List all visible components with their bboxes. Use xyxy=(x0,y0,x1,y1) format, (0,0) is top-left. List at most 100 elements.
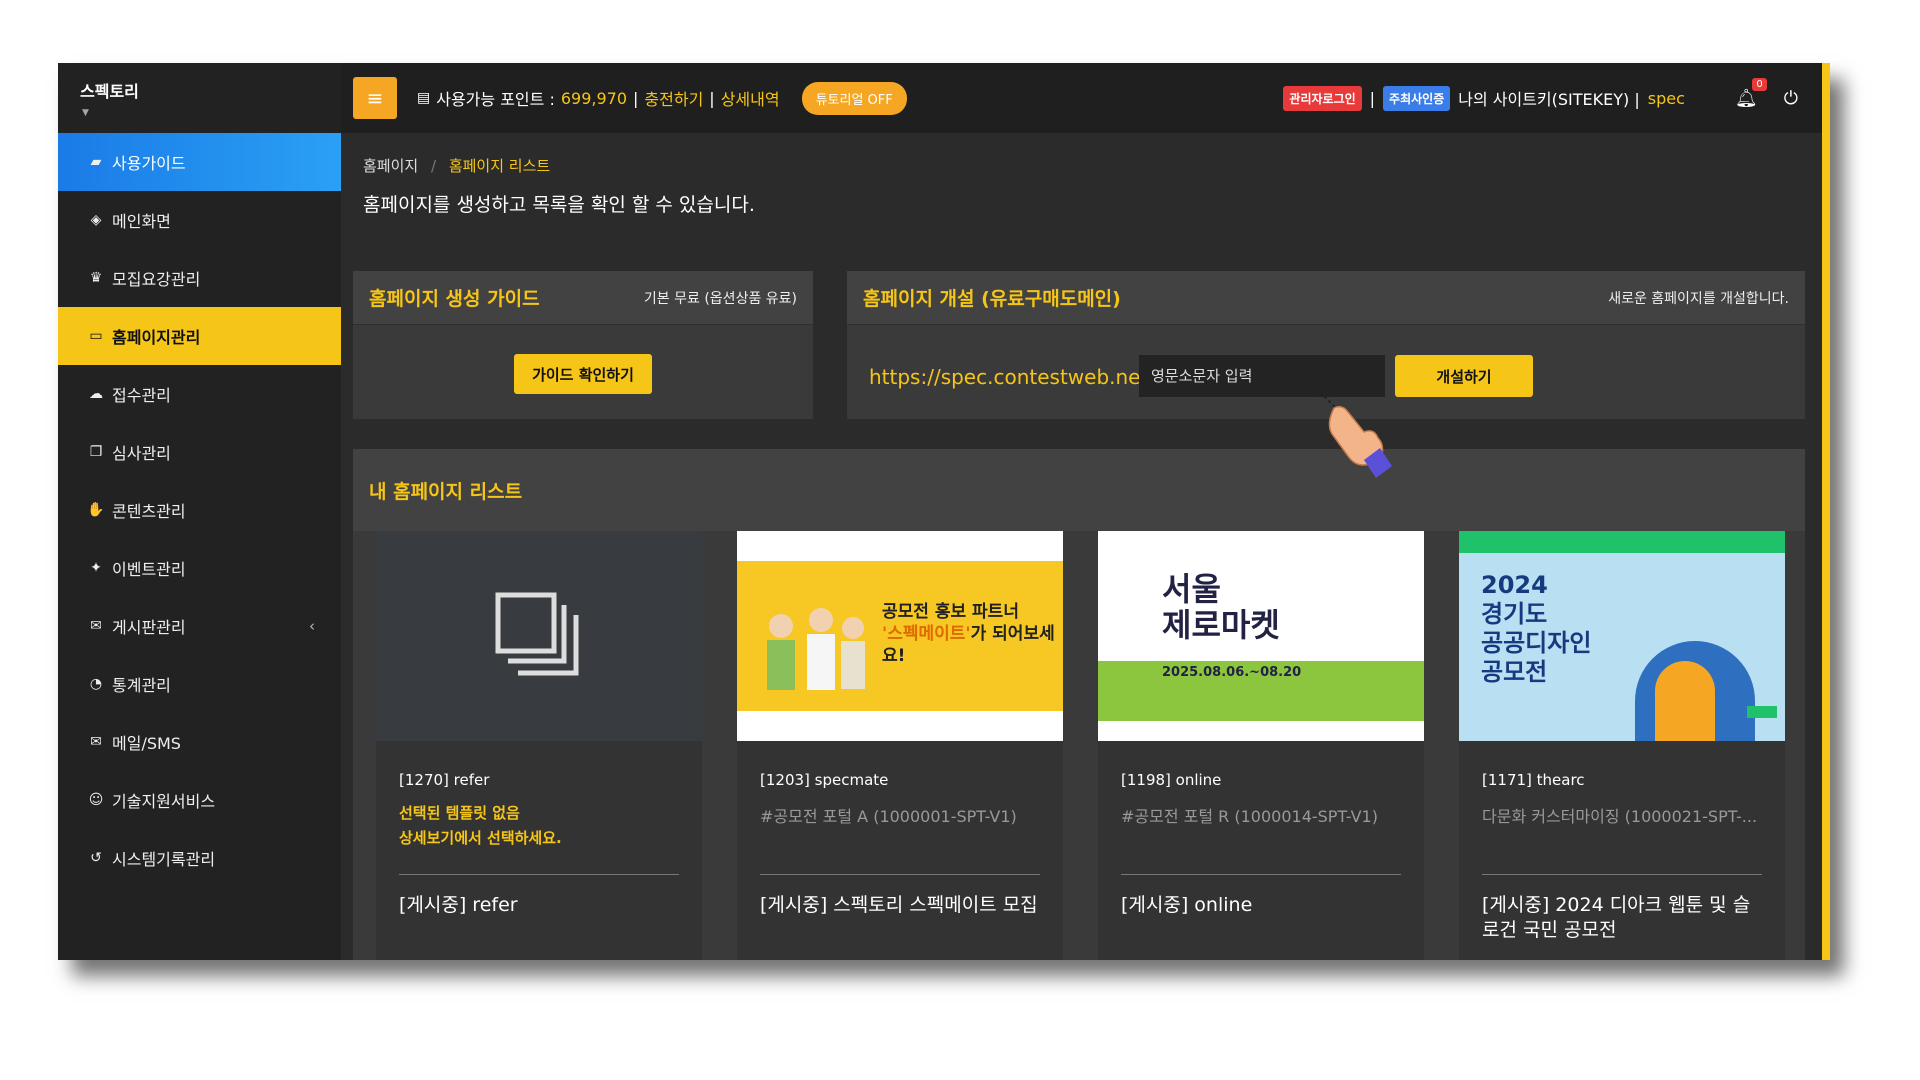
sidebar-item-logs[interactable]: ↺ 시스템기록관리 xyxy=(58,829,341,887)
card-title[interactable]: [게시중] 2024 디아크 웹툰 및 슬로건 국민 공모전 xyxy=(1482,893,1762,943)
sidebar-item-contents[interactable]: ✋ 콘텐츠관리 xyxy=(58,481,341,539)
homepage-card[interactable]: 서울 제로마켓 2025.08.06.~08.20 [1198] online … xyxy=(1098,531,1424,960)
list-panel-header: 내 홈페이지 리스트 xyxy=(353,449,1805,531)
pointer-hand-icon xyxy=(1319,391,1392,478)
card-thumbnail[interactable]: 2024 경기도 공공디자인 공모전 xyxy=(1459,531,1785,741)
list-panel-title: 내 홈페이지 리스트 xyxy=(369,480,523,503)
topbar: ≡ ▤ 사용가능 포인트 : 699,970 | 충전하기 | 상세내역 튜토리… xyxy=(341,63,1822,133)
card-template: #공모전 포털 R (1000014-SPT-V1) xyxy=(1121,807,1378,826)
notification-count: 0 xyxy=(1752,77,1767,91)
sidebar-item-label: 접수관리 xyxy=(112,386,171,405)
card-warning-line: 선택된 템플릿 없음 xyxy=(399,804,520,822)
host-auth-badge[interactable]: 주최사인증 xyxy=(1383,85,1451,111)
homepage-card[interactable]: [1270] refer 선택된 템플릿 없음 상세보기에서 선택하세요. [게… xyxy=(376,531,702,960)
sidebar-item-label: 콘텐츠관리 xyxy=(112,502,186,521)
points-label: 사용가능 포인트 : xyxy=(436,90,555,109)
guide-button[interactable]: 가이드 확인하기 xyxy=(514,354,652,394)
guide-panel-header: 홈페이지 생성 가이드 기본 무료 (옵션상품 유료) xyxy=(353,271,813,325)
card-thumbnail[interactable] xyxy=(376,531,702,741)
sidebar-item-label: 메일/SMS xyxy=(112,734,181,753)
homepage-card[interactable]: 2024 경기도 공공디자인 공모전 [1171] thearc 다문화 커스터… xyxy=(1459,531,1785,960)
sidebar-item-review[interactable]: ❐ 심사관리 xyxy=(58,423,341,481)
thumb-text: 공공디자인 xyxy=(1481,629,1592,657)
points-bar: ▤ 사용가능 포인트 : 699,970 | 충전하기 | 상세내역 xyxy=(417,86,780,110)
book-icon: ▰ xyxy=(90,154,102,170)
tutorial-toggle[interactable]: 튜토리얼 OFF xyxy=(801,81,907,115)
copy-icon: ❐ xyxy=(89,444,103,460)
brand[interactable]: 스펙토리 ▼ xyxy=(58,63,341,133)
sidebar-item-support[interactable]: ☺ 기술지원서비스 xyxy=(58,771,341,829)
sitekey-label: 나의 사이트키(SITEKEY) | xyxy=(1458,90,1640,109)
sidebar-item-events[interactable]: ✦ 이벤트관리 xyxy=(58,539,341,597)
envelope-icon: ✉ xyxy=(90,734,102,750)
breadcrumb-current: 홈페이지 리스트 xyxy=(448,157,551,175)
sidebar-item-label: 모집요강관리 xyxy=(112,270,201,289)
sidebar-item-mail[interactable]: ✉ 메일/SMS xyxy=(58,713,341,771)
cube-icon: ◈ xyxy=(90,212,102,228)
history-icon: ↺ xyxy=(90,850,102,866)
thumb-date: 2025.08.06.~08.20 xyxy=(1162,665,1302,680)
card-id: [1171] thearc xyxy=(1482,771,1585,789)
admin-login-badge[interactable]: 관리자로그인 xyxy=(1283,85,1362,111)
sidebar-item-label: 통계관리 xyxy=(112,676,171,695)
thumb-headline: 2024 경기도 공공디자인 공모전 xyxy=(1481,571,1591,687)
sidebar-item-label: 사용가이드 xyxy=(112,154,186,173)
breadcrumb-home[interactable]: 홈페이지 xyxy=(363,157,418,175)
thumb-text: 공모전 xyxy=(1481,658,1548,686)
monitor-icon: ▭ xyxy=(89,328,103,344)
scroll-edge xyxy=(1822,63,1830,960)
create-panel-title: 홈페이지 개설 (유료구매도메인) xyxy=(863,288,1121,310)
sidebar-item-homepage[interactable]: ▭ 홈페이지관리 xyxy=(58,307,341,365)
menu-toggle-button[interactable]: ≡ xyxy=(353,77,397,119)
sidebar-item-board[interactable]: ✉ 게시판관리 ‹ xyxy=(58,597,341,655)
sidebar-item-label: 기술지원서비스 xyxy=(112,792,216,811)
homepage-card[interactable]: 공모전 홍보 파트너 '스펙메이트'가 되어보세요! [1203] specma… xyxy=(737,531,1063,960)
thumb-text: 서울 xyxy=(1162,570,1221,608)
thumb-wave xyxy=(1655,661,1715,741)
cloud-upload-icon: ☁ xyxy=(89,386,103,402)
power-icon[interactable]: ⏻ xyxy=(1784,88,1798,109)
pie-chart-icon: ◔ xyxy=(89,676,103,692)
card-template: 다문화 커스터마이징 (1000021-SPT-... xyxy=(1482,807,1758,826)
bell-icon[interactable]: 🔔︎ 0 xyxy=(1735,77,1767,109)
trophy-icon: ♛ xyxy=(89,270,103,286)
caret-down-icon: ▼ xyxy=(82,108,89,118)
charge-link[interactable]: 충전하기 xyxy=(644,86,703,110)
sidebar-item-guide[interactable]: ▰ 사용가이드 xyxy=(58,133,341,191)
sidebar-item-stats[interactable]: ◔ 통계관리 xyxy=(58,655,341,713)
card-title[interactable]: [게시중] online xyxy=(1121,893,1401,918)
card-title[interactable]: [게시중] 스펙토리 스펙메이트 모집 xyxy=(760,893,1040,918)
card-thumbnail[interactable]: 서울 제로마켓 2025.08.06.~08.20 xyxy=(1098,531,1424,741)
thumb-text: 경기도 xyxy=(1481,600,1548,628)
homepage-list-panel: 내 홈페이지 리스트 [1270] refer 선택된 템플릿 없음 상세보기에… xyxy=(353,449,1805,960)
breadcrumb: 홈페이지 / 홈페이지 리스트 xyxy=(363,155,1822,176)
thumb-footer xyxy=(737,711,1063,741)
sidebar-item-label: 메인화면 xyxy=(112,212,171,231)
sidebar-item-label: 이벤트관리 xyxy=(112,560,186,579)
sidebar: 스펙토리 ▼ ▰ 사용가이드 ◈ 메인화면 ♛ 모집요강관리 ▭ 홈페이지관리 … xyxy=(58,63,341,960)
account-bar: 관리자로그인 | 주최사인증 나의 사이트키(SITEKEY) | spec 🔔… xyxy=(1283,77,1798,111)
brand-name: 스펙토리 xyxy=(80,82,139,101)
sidebar-item-label: 홈페이지관리 xyxy=(112,328,201,347)
sidebar-item-label: 시스템기록관리 xyxy=(112,850,216,869)
thumb-headline: 공모전 홍보 파트너 '스펙메이트'가 되어보세요! xyxy=(882,601,1063,667)
thumb-text: 2024 xyxy=(1481,571,1548,599)
sidebar-item-submissions[interactable]: ☁ 접수관리 xyxy=(58,365,341,423)
smile-icon: ☺ xyxy=(88,792,104,808)
card-title[interactable]: [게시중] refer xyxy=(399,893,679,918)
url-prefix: https://spec.contestweb.net/ xyxy=(869,365,1156,389)
card-divider xyxy=(399,874,679,875)
card-thumbnail[interactable]: 공모전 홍보 파트너 '스펙메이트'가 되어보세요! xyxy=(737,531,1063,741)
image-placeholder-icon xyxy=(495,592,579,676)
separator: | xyxy=(709,88,715,108)
points-value: 699,970 xyxy=(560,88,628,108)
create-button[interactable]: 개설하기 xyxy=(1395,355,1533,397)
thumbs-up-icon: ✋ xyxy=(87,502,105,518)
page-description: 홈페이지를 생성하고 목록을 확인 할 수 있습니다. xyxy=(363,194,755,216)
detail-link[interactable]: 상세내역 xyxy=(721,86,780,110)
sidebar-item-recruit[interactable]: ♛ 모집요강관리 xyxy=(58,249,341,307)
sidebar-item-label: 심사관리 xyxy=(112,444,171,463)
main-content: 홈페이지 / 홈페이지 리스트 홈페이지를 생성하고 목록을 확인 할 수 있습… xyxy=(341,133,1822,960)
chevron-left-icon: ‹ xyxy=(309,617,315,635)
sidebar-item-main[interactable]: ◈ 메인화면 xyxy=(58,191,341,249)
